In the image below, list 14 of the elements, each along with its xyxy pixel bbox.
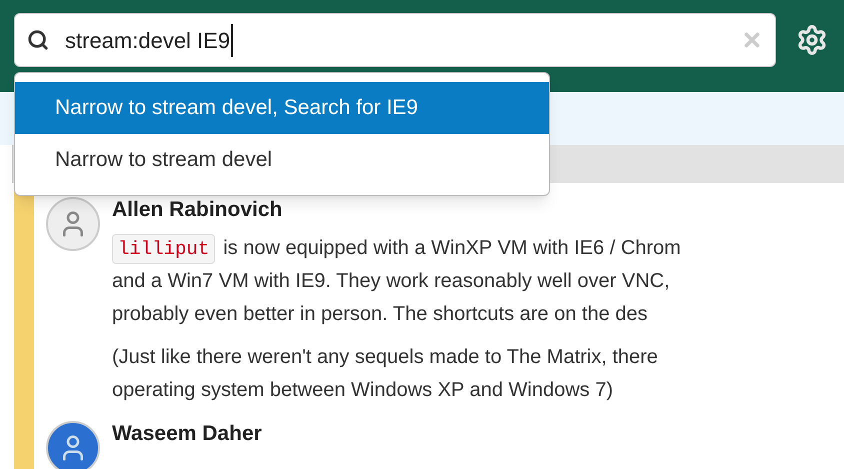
message-text: operating system between Windows XP and Windows 7) xyxy=(112,378,613,403)
inline-code: lilliput xyxy=(112,234,216,264)
message-text: and a Win7 VM with IE9. They work reasonably well over VNC, xyxy=(112,269,670,294)
search-icon xyxy=(27,29,49,51)
sender-name: Allen Rabinovich xyxy=(112,197,284,222)
message-text: is now equipped with a WinXP VM with IE6 / Chrom xyxy=(223,236,681,261)
settings-icon[interactable] xyxy=(796,24,828,56)
search-text: stream:devel IE9 xyxy=(65,24,234,56)
message-text: probably even better in person. The shortcuts are on the des xyxy=(112,302,648,327)
sender-name: Waseem Daher xyxy=(112,421,262,446)
search-field[interactable]: stream:devel IE9 xyxy=(14,13,776,67)
message-text: (Just like there weren't any sequels made to The Matrix, there xyxy=(112,345,658,370)
suggestion-item[interactable]: Narrow to stream devel xyxy=(15,134,549,186)
suggestion-item[interactable]: Narrow to stream devel, Search for IE9 xyxy=(15,82,549,134)
